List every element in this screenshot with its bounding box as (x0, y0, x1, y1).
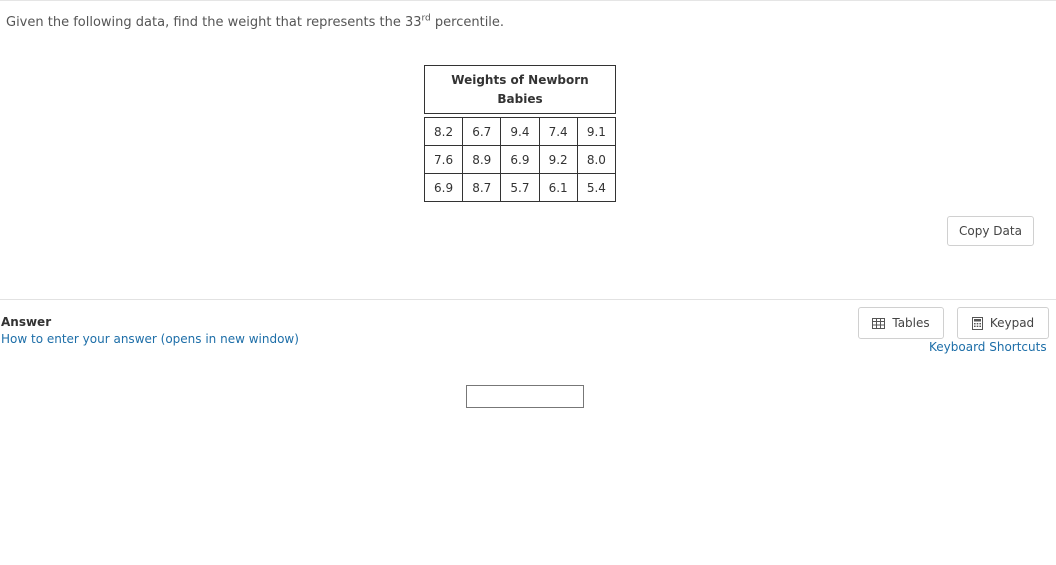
question-text-after: percentile. (430, 15, 505, 30)
table-cell: 9.4 (500, 117, 540, 146)
table-cell: 8.0 (576, 145, 617, 174)
tables-button-label: Tables (892, 316, 930, 330)
weights-data-table: Weights of Newborn Babies 8.2 6.7 9.4 7.… (423, 65, 617, 202)
keypad-button-label: Keypad (989, 316, 1035, 330)
top-divider (0, 0, 1056, 1)
table-cell: 5.7 (500, 173, 540, 202)
calculator-icon (971, 316, 983, 330)
table-cell: 8.2 (423, 117, 464, 146)
page: Given the following data, find the weigh… (0, 0, 1056, 565)
table-row: 7.6 8.9 6.9 9.2 8.0 (423, 145, 617, 174)
how-to-enter-answer-link[interactable]: How to enter your answer (opens in new w… (1, 332, 299, 346)
table-cell: 8.7 (462, 173, 502, 202)
answer-input[interactable] (466, 385, 584, 408)
table-cell: 9.2 (538, 145, 578, 174)
table-cell: 7.6 (423, 145, 464, 174)
question-text-before: Given the following data, find the weigh… (6, 15, 422, 30)
table-caption: Weights of Newborn Babies (424, 65, 616, 114)
table-caption-line-1: Weights of Newborn (451, 72, 589, 87)
answer-heading: Answer (1, 315, 52, 329)
table-row: 6.9 8.7 5.7 6.1 5.4 (423, 173, 617, 202)
answer-section-divider (0, 299, 1056, 300)
table-cell: 7.4 (538, 117, 578, 146)
keyboard-shortcuts-link[interactable]: Keyboard Shortcuts (929, 340, 1047, 354)
table-cell: 6.7 (462, 117, 502, 146)
table-cell: 6.9 (423, 173, 464, 202)
tables-button[interactable]: Tables (858, 307, 944, 339)
table-cell: 5.4 (576, 173, 617, 202)
table-grid-icon (872, 317, 886, 329)
table-cell: 9.1 (576, 117, 617, 146)
table-cell: 6.1 (538, 173, 578, 202)
keypad-button[interactable]: Keypad (957, 307, 1049, 339)
question-prompt: Given the following data, find the weigh… (6, 13, 505, 30)
table-row: 8.2 6.7 9.4 7.4 9.1 (423, 117, 617, 146)
table-cell: 8.9 (462, 145, 502, 174)
question-ordinal-suffix: rd (421, 13, 431, 24)
table-caption-line-2: Babies (497, 91, 543, 106)
table-cell: 6.9 (500, 145, 540, 174)
copy-data-button[interactable]: Copy Data (947, 216, 1034, 246)
